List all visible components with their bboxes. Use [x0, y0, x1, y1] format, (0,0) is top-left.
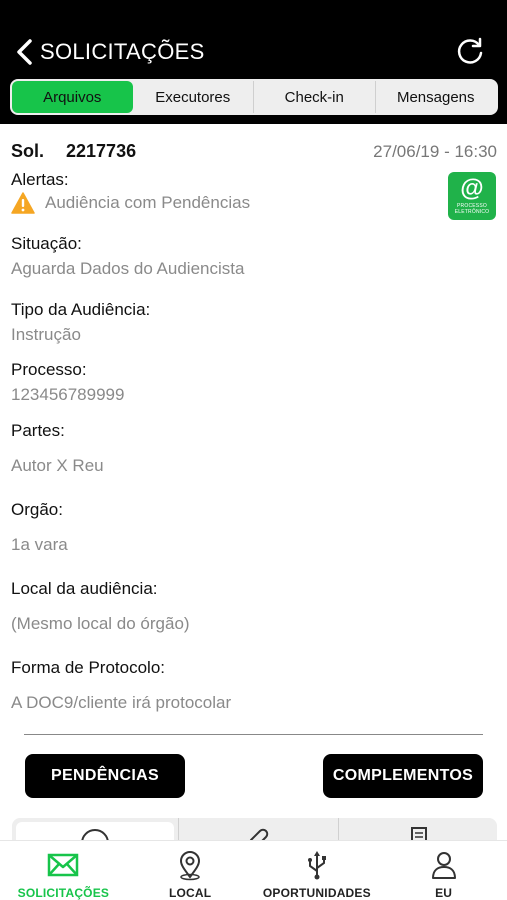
segment-tabs: Arquivos Executores Check-in Mensagens	[10, 79, 498, 115]
location-pin-icon	[180, 851, 201, 881]
processo-eletronico-badge: @ PROCESSO ELETRÔNICO	[448, 172, 496, 220]
page-title: SOLICITAÇÕES	[40, 39, 205, 64]
field-value-tipo-audiencia: Instrução	[11, 325, 81, 344]
field-label-local-audiencia: Local da audiência:	[11, 579, 158, 598]
tab-executores[interactable]: Executores	[133, 81, 254, 113]
field-label-processo: Processo:	[11, 360, 87, 379]
complementos-button[interactable]: COMPLEMENTOS	[323, 754, 483, 798]
nav-solicitacoes[interactable]: SOLICITAÇÕES	[0, 841, 127, 900]
divider	[24, 734, 483, 735]
envelope-icon	[48, 853, 79, 877]
usb-icon	[307, 851, 326, 880]
alerts-label: Alertas:	[11, 170, 69, 189]
sol-number: 2217736	[66, 141, 137, 161]
back-chevron-icon[interactable]	[14, 38, 36, 66]
field-value-partes: Autor X Reu	[11, 456, 104, 475]
field-value-forma-protocolo: A DOC9/cliente irá protocolar	[11, 693, 232, 712]
nav-oportunidades[interactable]: OPORTUNIDADES	[254, 841, 381, 900]
field-value-situacao: Aguarda Dados do Audiencista	[11, 259, 245, 278]
request-id: Sol. 2217736	[11, 141, 136, 162]
badge-text: PROCESSO ELETRÔNICO	[454, 203, 490, 215]
field-value-local-audiencia: (Mesmo local do órgão)	[11, 614, 190, 633]
tab-arquivos[interactable]: Arquivos	[12, 81, 133, 113]
field-label-partes: Partes:	[11, 421, 65, 440]
nav-eu[interactable]: EU	[380, 841, 507, 900]
field-value-processo: 123456789999	[11, 385, 125, 404]
user-icon	[431, 852, 456, 879]
alert-text: Audiência com Pendências	[45, 193, 251, 212]
field-label-orgao: Orgão:	[11, 500, 63, 519]
bottom-navigation: SOLICITAÇÕES LOCAL OPORTUNIDADES EU	[0, 840, 507, 900]
refresh-icon[interactable]	[455, 36, 485, 66]
sol-label: Sol.	[11, 141, 45, 161]
nav-label: SOLICITAÇÕES	[17, 886, 110, 900]
pendencias-button[interactable]: PENDÊNCIAS	[25, 754, 185, 798]
warning-icon	[11, 192, 35, 214]
nav-label: OPORTUNIDADES	[262, 886, 371, 900]
tab-mensagens[interactable]: Mensagens	[374, 81, 497, 113]
request-datetime: 27/06/19 - 16:30	[373, 142, 497, 161]
field-value-orgao: 1a vara	[11, 535, 68, 554]
tab-check-in[interactable]: Check-in	[253, 81, 375, 113]
top-bar: SOLICITAÇÕES Arquivos Executores Check-i…	[0, 0, 507, 124]
nav-local[interactable]: LOCAL	[127, 841, 254, 900]
nav-label: EU	[435, 886, 453, 900]
nav-label: LOCAL	[168, 886, 212, 900]
at-sign-icon: @	[460, 175, 484, 202]
field-label-forma-protocolo: Forma de Protocolo:	[11, 658, 166, 677]
field-label-tipo-audiencia: Tipo da Audiência:	[11, 300, 151, 319]
alert-item: Audiência com Pendências	[11, 192, 250, 214]
field-label-situacao: Situação:	[11, 234, 82, 253]
